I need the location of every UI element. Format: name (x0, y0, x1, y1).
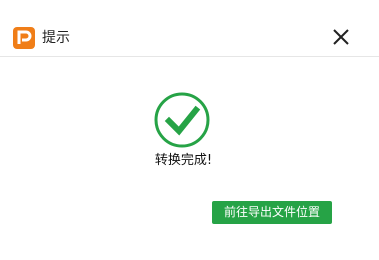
close-icon[interactable] (330, 26, 352, 48)
app-logo-icon (13, 27, 35, 49)
check-circle-icon (154, 92, 210, 148)
open-export-location-button[interactable]: 前往导出文件位置 (212, 201, 332, 224)
dialog-title: 提示 (42, 30, 70, 46)
status-message-text: 转换完成! (154, 153, 213, 168)
dialog: 提示 转换完成! 前往导出文件位置 (0, 0, 379, 260)
dialog-titlebar: 提示 (0, 0, 379, 57)
status-message: 转换完成! (0, 153, 379, 169)
